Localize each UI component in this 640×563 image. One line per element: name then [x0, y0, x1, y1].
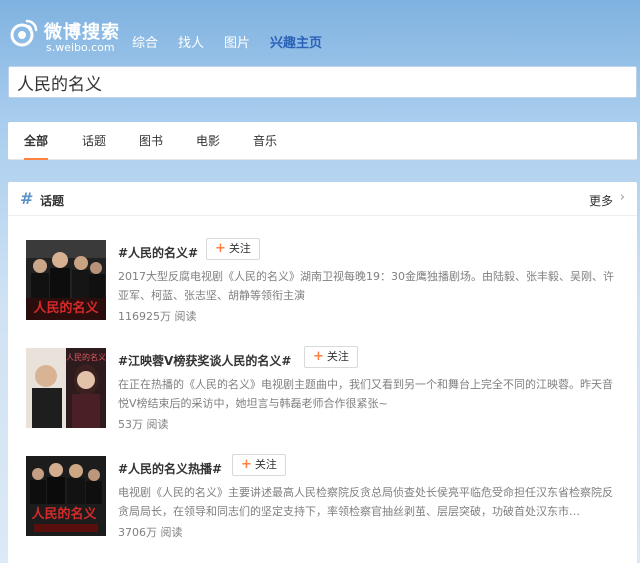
topic-read-count: 53万 阅读 — [118, 418, 169, 431]
tab-music[interactable]: 音乐 — [247, 122, 283, 160]
top-nav-all[interactable]: 综合 — [132, 32, 158, 51]
search-box — [8, 66, 637, 98]
follow-button[interactable]: + 关注 — [206, 238, 260, 260]
tab-topics[interactable]: 话题 — [76, 122, 112, 160]
topic-thumbnail-image[interactable]: 人民的名义 — [26, 240, 106, 320]
weibo-search-logo[interactable]: 微博搜索 s.weibo.com — [8, 14, 128, 54]
topic-item: 人民的名义 #江映蓉V榜获奖谈人民的名义# + 关注 在正在热播的《人民的名义》电… — [8, 346, 637, 448]
topic-title[interactable]: #人民的名义# — [118, 244, 198, 261]
more-link[interactable]: 更多 — [589, 192, 613, 209]
topic-read-count: 3706万 阅读 — [118, 526, 183, 539]
top-nav-images[interactable]: 图片 — [224, 32, 250, 51]
follow-button-label: 关注 — [254, 458, 277, 471]
logo-subtitle: s.weibo.com — [46, 41, 115, 54]
svg-text:人民的名义: 人民的名义 — [66, 352, 106, 362]
tab-books[interactable]: 图书 — [133, 122, 169, 160]
follow-button-label: 关注 — [326, 350, 349, 363]
topics-card: # 话题 更多 › 人民的名义 #人民的名义# + 关注 2017大型反腐电视剧《… — [8, 182, 637, 563]
top-nav-people[interactable]: 找人 — [178, 32, 204, 51]
tab-movies[interactable]: 电影 — [190, 122, 226, 160]
svg-text:人民的名义: 人民的名义 — [31, 506, 97, 522]
topic-description: 2017大型反腐电视剧《人民的名义》湖南卫视每晚19：30金鹰独播剧场。由陆毅、… — [118, 270, 614, 302]
topic-description: 在正在热播的《人民的名义》电视剧主题曲中，我们又看到另一个和舞台上完全不同的江映… — [118, 378, 613, 410]
top-nav: 综合 找人 图片 兴趣主页 — [132, 32, 342, 51]
follow-button[interactable]: + 关注 — [304, 346, 358, 368]
plus-icon: + — [215, 241, 226, 256]
search-input[interactable] — [9, 67, 636, 97]
topics-card-header: # 话题 更多 › — [8, 182, 637, 216]
topic-title[interactable]: #江映蓉V榜获奖谈人民的名义# — [118, 352, 291, 369]
tab-all[interactable]: 全部 — [18, 122, 54, 160]
svg-text:人民的名义: 人民的名义 — [33, 300, 99, 316]
drama-poster-icon: 人民的名义 — [26, 240, 106, 320]
topic-read-count: 116925万 阅读 — [118, 310, 197, 323]
weibo-logo-icon — [10, 19, 38, 47]
result-tabs: 全部 话题 图书 电影 音乐 — [8, 122, 637, 160]
topic-title[interactable]: #人民的名义热播# — [118, 460, 222, 477]
follow-button[interactable]: + 关注 — [232, 454, 286, 476]
topic-item: 人民的名义 #人民的名义热播# + 关注 电视剧《人民的名义》主要讲述最高人民检察… — [8, 454, 637, 556]
topic-item: 人民的名义 #人民的名义# + 关注 2017大型反腐电视剧《人民的名义》湖南卫视… — [8, 238, 637, 340]
top-nav-interest-page[interactable]: 兴趣主页 — [270, 32, 322, 51]
header: 微博搜索 s.weibo.com 综合 找人 图片 兴趣主页 — [0, 0, 640, 62]
follow-button-label: 关注 — [228, 242, 251, 255]
topic-description: 电视剧《人民的名义》主要讲述最高人民检察院反贪总局侦查处长侯亮平临危受命担任汉东… — [118, 486, 613, 518]
plus-icon: + — [241, 457, 252, 472]
topic-thumbnail-image[interactable]: 人民的名义 — [26, 348, 106, 428]
drama-poster-icon: 人民的名义 — [26, 456, 106, 536]
topic-thumbnail-image[interactable]: 人民的名义 — [26, 456, 106, 536]
topics-card-title: 话题 — [40, 194, 65, 208]
chevron-right-icon[interactable]: › — [620, 190, 625, 205]
portrait-poster-icon: 人民的名义 — [26, 348, 106, 428]
plus-icon: + — [313, 349, 324, 364]
hashtag-icon: # — [20, 189, 34, 208]
